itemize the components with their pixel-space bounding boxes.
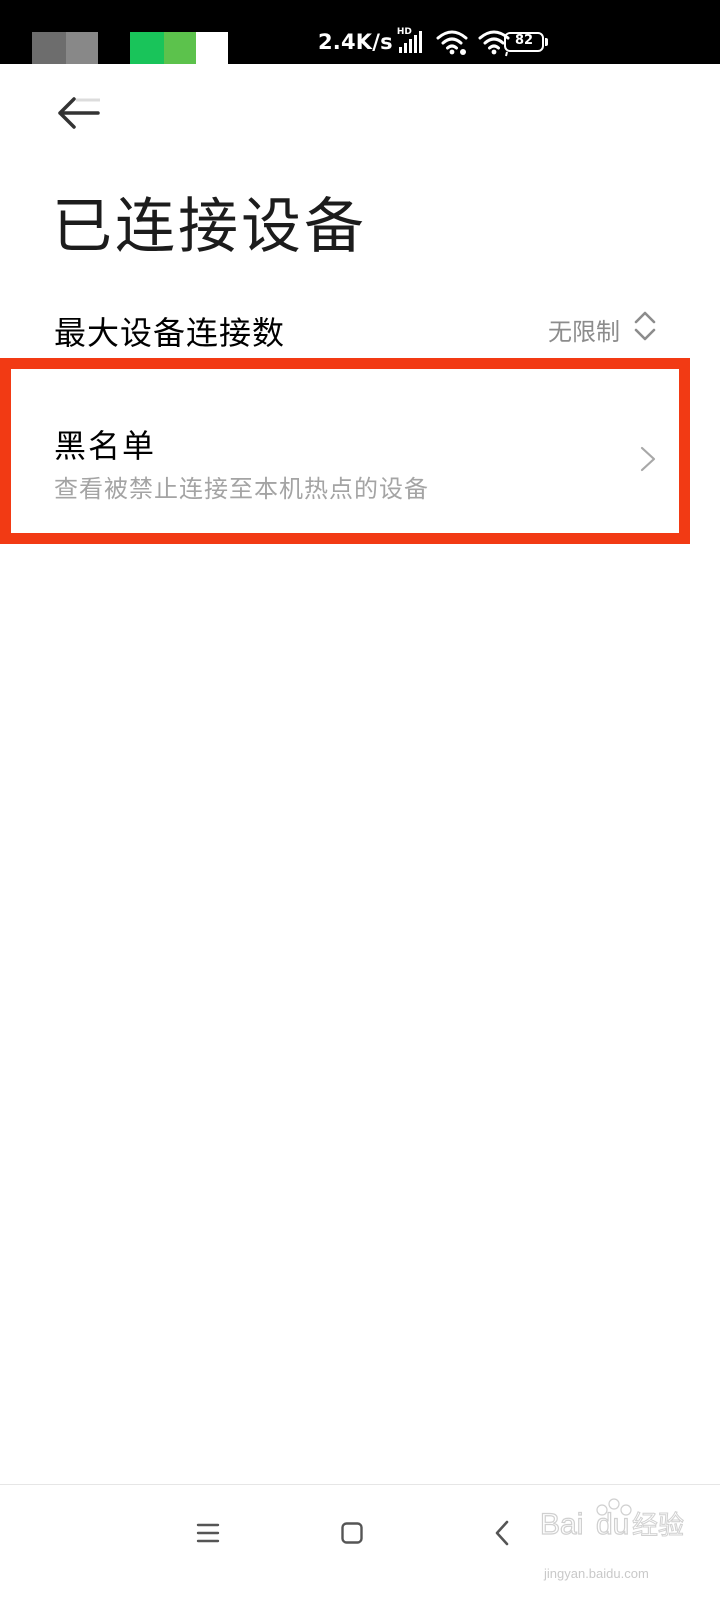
blacklist-title: 黑名单 [54,427,157,465]
signal-icon: HD [395,27,425,57]
battery-level: 82 [514,33,534,48]
updown-chevron-icon [634,311,656,341]
blurred-notification-icon [66,32,98,64]
back-icon [495,1520,509,1546]
chevron-right-icon [640,446,656,472]
svg-text:Bai: Bai [540,1508,583,1541]
page-title: 已连接设备 [52,192,367,262]
max-devices-setting[interactable]: 最大设备连接数 无限制 [0,296,720,360]
svg-text:经验: 经验 [632,1511,684,1541]
wifi-icon [435,27,469,57]
network-speed: 2.4K/s [318,30,393,54]
max-devices-label: 最大设备连接数 [54,314,286,352]
svg-text:du: du [596,1508,629,1541]
back-arrow-icon [58,97,100,129]
menu-button[interactable] [188,1513,228,1553]
blurred-notification-icon [130,32,164,64]
status-indicators: 2.4K/s HD [318,24,511,60]
menu-icon [196,1523,220,1543]
status-bar: 2.4K/s HD 82 [0,0,720,64]
blurred-notification-icon [32,32,66,64]
home-button[interactable] [332,1513,372,1553]
max-devices-value: 无限制 [548,318,620,346]
back-button[interactable] [50,88,106,138]
battery-tip [545,38,548,46]
baidu-watermark-logo: Bai du 经验 [540,1498,685,1542]
watermark-url: jingyan.baidu.com [544,1566,649,1581]
nav-back-button[interactable] [482,1513,522,1553]
blacklist-setting[interactable]: 黑名单 查看被禁止连接至本机热点的设备 [0,358,690,544]
blurred-notification-icon [196,32,228,64]
blacklist-subtitle: 查看被禁止连接至本机热点的设备 [54,475,429,503]
home-icon [341,1522,363,1544]
blurred-notification-icon [164,32,196,64]
